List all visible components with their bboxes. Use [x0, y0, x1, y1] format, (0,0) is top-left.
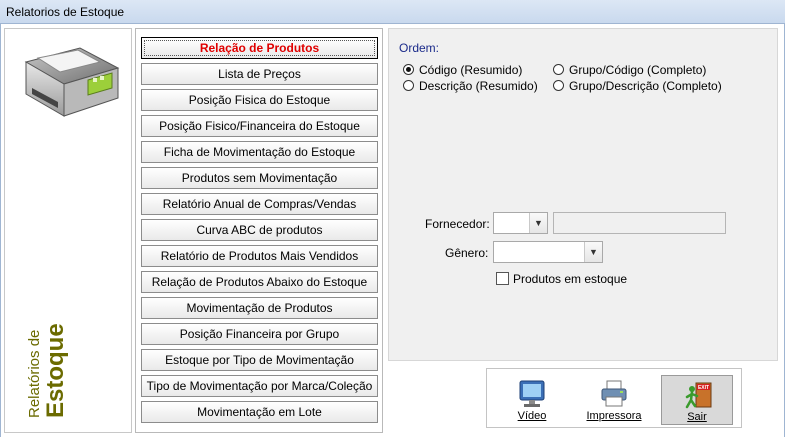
impressora-button[interactable]: Impressora [578, 375, 650, 425]
printer-icon [24, 47, 120, 117]
radio-dot-icon [403, 80, 414, 91]
exit-sign-text: EXIT [698, 385, 709, 391]
menu-relacao-produtos[interactable]: Relação de Produtos [141, 37, 378, 59]
genero-label: Gênero: [445, 246, 489, 260]
radio-codigo-resumido[interactable]: Código (Resumido) [403, 63, 522, 79]
menu-tipo-movimentacao-marca[interactable]: Tipo de Movimentação por Marca/Coleção [141, 375, 378, 397]
radio-grupo-descricao[interactable]: Grupo/Descrição (Completo) [553, 79, 722, 95]
sair-button[interactable]: EXIT Sair [661, 375, 733, 425]
monitor-icon [519, 380, 545, 407]
window-title: Relatorios de Estoque [6, 5, 125, 19]
report-menu: Relação de Produtos Lista de Preços Posi… [135, 28, 383, 433]
exit-icon: EXIT [685, 382, 712, 409]
produtos-em-estoque-checkbox[interactable]: Produtos em estoque [496, 272, 627, 286]
fornecedor-combo[interactable]: ▼ [493, 212, 548, 234]
printer-small-icon [601, 380, 627, 407]
ordem-label: Ordem: [399, 41, 440, 55]
radio-dot-icon [403, 64, 414, 75]
side-title-big: Estoque [42, 323, 69, 418]
radio-grupo-codigo[interactable]: Grupo/Código (Completo) [553, 63, 706, 79]
menu-lista-precos[interactable]: Lista de Preços [141, 63, 378, 85]
radio-dot-icon [553, 80, 564, 91]
video-button[interactable]: Vídeo [496, 375, 568, 425]
sair-label: Sair [687, 411, 707, 423]
menu-curva-abc[interactable]: Curva ABC de produtos [141, 219, 378, 241]
menu-posicao-fisico-financeira[interactable]: Posição Fisico/Financeira do Estoque [141, 115, 378, 137]
genero-combo[interactable]: ▼ [493, 241, 603, 263]
menu-movimentacao-produtos[interactable]: Movimentação de Produtos [141, 297, 378, 319]
menu-ficha-movimentacao[interactable]: Ficha de Movimentação do Estoque [141, 141, 378, 163]
menu-abaixo-estoque[interactable]: Relação de Produtos Abaixo do Estoque [141, 271, 378, 293]
side-title-small: Relatórios de [26, 329, 43, 418]
menu-relatorio-anual[interactable]: Relatório Anual de Compras/Vendas [141, 193, 378, 215]
menu-posicao-fisica[interactable]: Posição Fisica do Estoque [141, 89, 378, 111]
menu-posicao-financeira-grupo[interactable]: Posição Financeira por Grupo [141, 323, 378, 345]
chevron-down-icon[interactable]: ▼ [529, 213, 547, 233]
fornecedor-name-field [553, 212, 726, 234]
checkbox-icon [496, 272, 509, 285]
radio-dot-icon [553, 64, 564, 75]
menu-produtos-sem-movimentacao[interactable]: Produtos sem Movimentação [141, 167, 378, 189]
menu-movimentacao-lote[interactable]: Movimentação em Lote [141, 401, 378, 423]
radio-descricao-resumido[interactable]: Descrição (Resumido) [403, 79, 538, 95]
video-label: Vídeo [517, 410, 547, 422]
chevron-down-icon[interactable]: ▼ [584, 242, 602, 262]
menu-mais-vendidos[interactable]: Relatório de Produtos Mais Vendidos [141, 245, 378, 267]
impressora-label: Impressora [586, 410, 642, 422]
menu-estoque-tipo-movimentacao[interactable]: Estoque por Tipo de Movimentação [141, 349, 378, 371]
fornecedor-label: Fornecedor: [425, 217, 490, 231]
title-bar: Relatorios de Estoque [0, 0, 785, 24]
